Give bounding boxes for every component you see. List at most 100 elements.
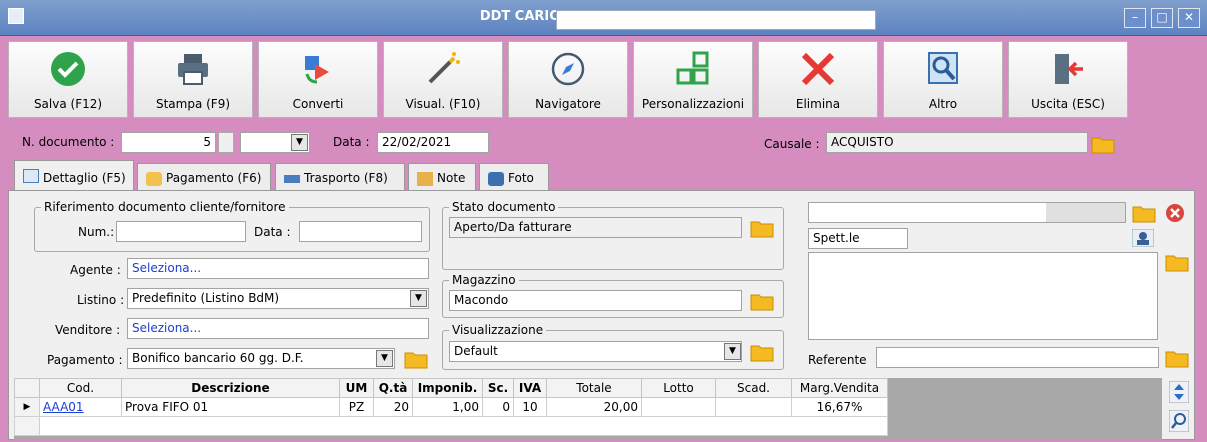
- ndoc-field[interactable]: 5: [121, 132, 216, 153]
- tab-note[interactable]: Note: [408, 163, 476, 191]
- search-doc-icon: [928, 52, 958, 84]
- blocks-icon: [676, 51, 709, 85]
- col-um[interactable]: UM: [339, 378, 374, 398]
- chevron-down-icon[interactable]: ▼: [410, 290, 427, 307]
- clear-icon[interactable]: [1165, 203, 1185, 223]
- chevron-down-icon[interactable]: ▼: [724, 343, 741, 360]
- cell-marg-vendita[interactable]: 16,67%: [791, 397, 888, 417]
- printer-icon: [178, 54, 208, 85]
- ndoc-suffix-field[interactable]: [218, 132, 234, 153]
- cell-lotto[interactable]: [641, 397, 716, 417]
- col-iva[interactable]: IVA: [513, 378, 547, 398]
- ref-num-label: Num.:: [78, 225, 115, 239]
- cell-um[interactable]: PZ: [339, 397, 374, 417]
- title-text-field[interactable]: [556, 10, 876, 30]
- sort-arrows-icon[interactable]: [1169, 381, 1189, 403]
- cell-cod[interactable]: AAA01: [39, 397, 122, 417]
- causale-field[interactable]: ACQUISTO: [826, 132, 1088, 153]
- col-scad[interactable]: Scad.: [715, 378, 792, 398]
- col-totale[interactable]: Totale: [546, 378, 642, 398]
- folder-icon[interactable]: [404, 349, 428, 369]
- ref-date-field[interactable]: [299, 221, 422, 242]
- truck-icon: [284, 175, 300, 183]
- zoom-icon[interactable]: [1169, 410, 1189, 432]
- ref-num-field[interactable]: [116, 221, 246, 242]
- col-marg-vendita[interactable]: Marg.Vendita: [791, 378, 888, 398]
- tab-pagamento[interactable]: Pagamento (F6): [137, 163, 271, 191]
- minimize-button[interactable]: –: [1124, 8, 1146, 28]
- payment-label: Pagamento :: [47, 353, 123, 367]
- cell-sc[interactable]: 0: [482, 397, 514, 417]
- folder-icon[interactable]: [1132, 203, 1156, 223]
- customize-button[interactable]: Personalizzazioni: [633, 41, 753, 118]
- convert-icon: [305, 56, 329, 84]
- tab-foto[interactable]: Foto: [479, 163, 549, 191]
- folder-icon[interactable]: [750, 218, 774, 238]
- view-button[interactable]: Visual. (F10): [383, 41, 503, 118]
- exit-button[interactable]: Uscita (ESC): [1008, 41, 1128, 118]
- close-button[interactable]: ✕: [1178, 8, 1200, 28]
- tab-trasporto[interactable]: Trasporto (F8): [275, 163, 405, 191]
- customer-field[interactable]: [808, 202, 1126, 223]
- table-icon: [23, 169, 39, 183]
- col-imponib[interactable]: Imponib.: [412, 378, 483, 398]
- col-lotto[interactable]: Lotto: [641, 378, 716, 398]
- table-row[interactable]: ▶ AAA01 Prova FIFO 01 PZ 20 1,00 0 10 20…: [14, 397, 888, 417]
- view-select[interactable]: Default: [449, 341, 742, 362]
- delete-button[interactable]: Elimina: [758, 41, 878, 118]
- table-row[interactable]: [14, 416, 888, 436]
- col-cod[interactable]: Cod.: [39, 378, 122, 398]
- row-pointer-empty: [14, 416, 40, 436]
- folder-icon[interactable]: [750, 291, 774, 311]
- payment-select[interactable]: Bonifico bancario 60 gg. D.F.: [127, 348, 395, 369]
- referent-label: Referente: [808, 353, 867, 367]
- maximize-button[interactable]: □: [1151, 8, 1173, 28]
- empty-row[interactable]: [39, 416, 888, 436]
- folder-icon[interactable]: [1165, 348, 1189, 368]
- folder-icon[interactable]: [1165, 252, 1189, 272]
- print-button[interactable]: Stampa (F9): [133, 41, 253, 118]
- grid-corner: [14, 378, 40, 398]
- col-sc[interactable]: Sc.: [482, 378, 514, 398]
- save-button[interactable]: Salva (F12): [8, 41, 128, 118]
- tab-dettaglio[interactable]: Dettaglio (F5): [14, 160, 134, 191]
- status-group-title: Stato documento: [449, 200, 559, 214]
- agent-field[interactable]: Seleziona...: [127, 258, 429, 279]
- date-label: Data :: [333, 135, 370, 149]
- note-icon: [417, 172, 433, 186]
- date-field[interactable]: 22/02/2021: [377, 132, 489, 153]
- other-button[interactable]: Altro: [883, 41, 1003, 118]
- contact-icon[interactable]: [1132, 229, 1154, 247]
- agent-label: Agente :: [70, 263, 121, 277]
- row-pointer-icon: ▶: [14, 397, 40, 417]
- pricelist-label: Listino :: [77, 293, 125, 307]
- delete-icon: [801, 52, 835, 86]
- chevron-down-icon[interactable]: ▼: [291, 134, 308, 151]
- title-field[interactable]: Spett.le: [808, 228, 908, 249]
- col-descrizione[interactable]: Descrizione: [121, 378, 340, 398]
- address-field[interactable]: [808, 252, 1158, 340]
- folder-icon[interactable]: [750, 342, 774, 362]
- reference-group-title: Riferimento documento cliente/fornitore: [41, 200, 289, 214]
- cell-scad[interactable]: [715, 397, 792, 417]
- warehouse-field[interactable]: Macondo: [449, 290, 742, 311]
- seller-label: Venditore :: [55, 323, 121, 337]
- cell-qta[interactable]: 20: [373, 397, 413, 417]
- ndoc-label: N. documento :: [22, 135, 115, 149]
- cell-descrizione[interactable]: Prova FIFO 01: [121, 397, 340, 417]
- camera-icon: [488, 172, 504, 186]
- navigator-button[interactable]: Navigatore: [508, 41, 628, 118]
- cell-totale[interactable]: 20,00: [546, 397, 642, 417]
- chevron-down-icon[interactable]: ▼: [376, 350, 393, 367]
- referent-field[interactable]: [876, 347, 1159, 368]
- check-icon: [51, 52, 85, 86]
- ref-date-label: Data :: [254, 225, 291, 239]
- col-qta[interactable]: Q.tà: [373, 378, 413, 398]
- convert-button[interactable]: Converti: [258, 41, 378, 118]
- exit-icon: [1055, 54, 1083, 84]
- pricelist-select[interactable]: Predefinito (Listino BdM): [127, 288, 429, 309]
- cell-imponib[interactable]: 1,00: [412, 397, 483, 417]
- folder-icon[interactable]: [1091, 134, 1115, 154]
- cell-iva[interactable]: 10: [513, 397, 547, 417]
- seller-field[interactable]: Seleziona...: [127, 318, 429, 339]
